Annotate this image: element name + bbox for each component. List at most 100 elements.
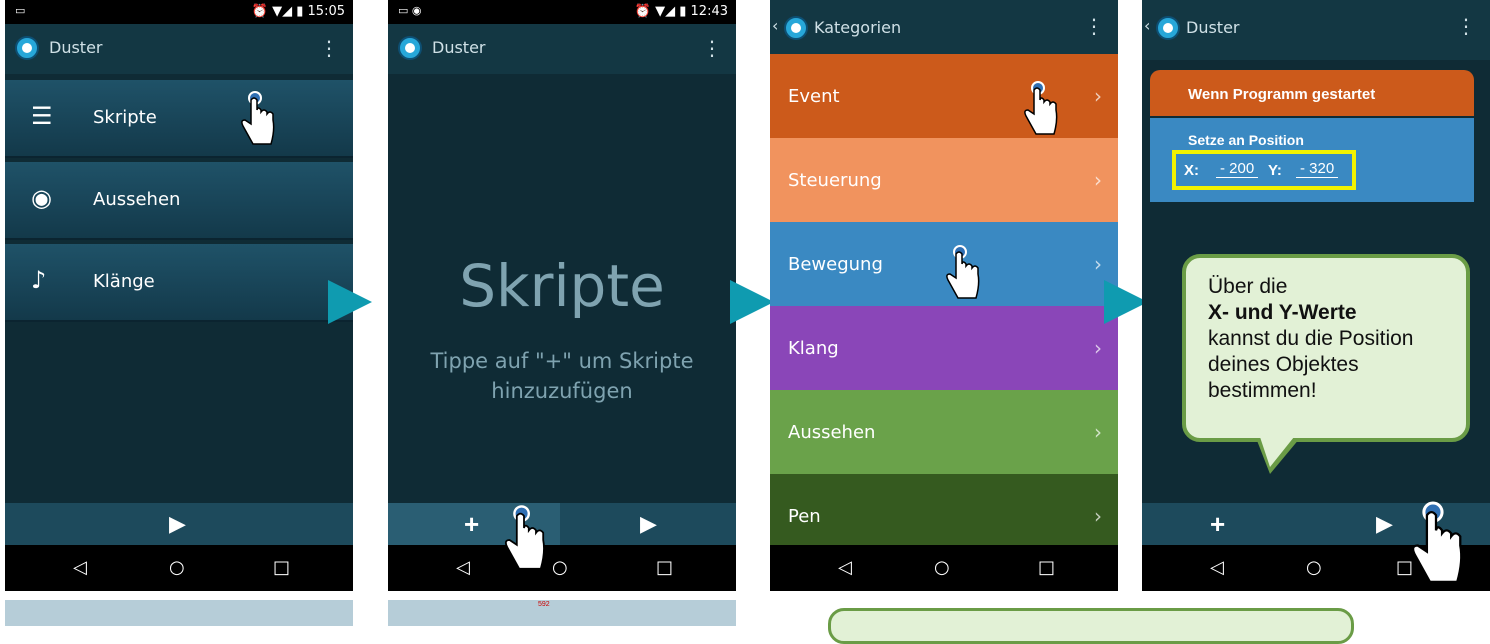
chevron-right-icon: ›: [1094, 336, 1102, 360]
notification-icon: ▭ ◉: [398, 4, 422, 17]
app-logo-icon: [15, 36, 39, 60]
menu-item-label: Skripte: [93, 107, 157, 128]
play-button[interactable]: ▶: [640, 511, 657, 537]
overflow-menu-icon[interactable]: ⋮: [702, 36, 722, 60]
app-logo-icon: [398, 36, 422, 60]
stage-thumbnail-2: 592: [388, 600, 736, 626]
overflow-menu-icon[interactable]: ⋮: [1456, 14, 1476, 38]
y-value-field[interactable]: - 320: [1296, 160, 1339, 178]
app-title: Kategorien: [814, 18, 902, 37]
overflow-menu-icon[interactable]: ⋮: [1084, 14, 1104, 38]
home-button[interactable]: ○: [552, 557, 568, 578]
status-icons: ⏰ ▼◢ ▮: [634, 4, 691, 19]
block-label: Setze an Position: [1188, 132, 1304, 148]
chevron-right-icon: ›: [1094, 420, 1102, 444]
back-button[interactable]: ◁: [1210, 557, 1224, 578]
category-item[interactable]: Event ›: [770, 54, 1118, 138]
menu-item-skripte[interactable]: ☰ Skripte: [5, 80, 353, 158]
tap-hand-icon: [1411, 501, 1463, 584]
empty-state-hint: Tippe auf "+" um Skripte hinzuzufügen: [430, 349, 694, 403]
navigation-bar: ◁ ○ □: [5, 545, 353, 591]
category-item[interactable]: Steuerung ›: [770, 138, 1118, 222]
status-bar: ▭ ⏰ ▼◢ ▮ 15:05: [5, 0, 353, 24]
recents-button[interactable]: □: [1038, 557, 1055, 578]
back-chevron-icon[interactable]: ‹: [772, 16, 778, 35]
block-label: Wenn Programm gestartet: [1188, 86, 1376, 103]
category-label: Aussehen: [788, 422, 876, 443]
app-bar: Duster ⋮: [5, 24, 353, 74]
chevron-right-icon: ›: [1094, 168, 1102, 192]
back-button[interactable]: ◁: [73, 557, 87, 578]
navigation-bar: ◁ ○ □: [770, 545, 1118, 591]
category-label: Event: [788, 86, 840, 107]
bottom-bar: ▶: [5, 503, 353, 545]
coordinate-label: 592: [538, 601, 550, 608]
recents-button[interactable]: □: [656, 557, 673, 578]
notification-icon: ▭: [15, 4, 26, 17]
add-button[interactable]: +: [1210, 509, 1225, 540]
x-value-field[interactable]: - 200: [1216, 160, 1259, 178]
bottom-bar: + ▶: [388, 503, 736, 545]
menu-item-label: Aussehen: [93, 189, 181, 210]
y-label: Y:: [1268, 162, 1282, 179]
navigation-bar: ◁ ○ □: [388, 545, 736, 591]
app-title: Duster: [432, 38, 486, 57]
status-time: 15:05: [307, 4, 345, 19]
empty-state-title: Skripte: [459, 252, 665, 320]
status-icons: ⏰ ▼◢ ▮: [251, 4, 308, 19]
back-chevron-icon[interactable]: ‹: [1144, 16, 1150, 35]
phone-screen-1: ▭ ⏰ ▼◢ ▮ 15:05 Duster ⋮ ☰ Skripte ◉ Auss…: [5, 0, 353, 591]
phone-screen-2: ▭ ◉ ⏰ ▼◢ ▮ 12:43 Duster ⋮ Skripte Tippe …: [388, 0, 736, 591]
highlight-box: X: - 200 Y: - 320: [1172, 150, 1356, 190]
category-label: Pen: [788, 506, 821, 527]
stage-thumbnail-1: [5, 600, 353, 626]
category-item[interactable]: Aussehen ›: [770, 390, 1118, 474]
category-item[interactable]: Klang ›: [770, 306, 1118, 390]
status-time: 12:43: [690, 4, 728, 19]
phone-screen-3: ‹ Kategorien ⋮ Event › Steuerung › Bewegung ›…: [770, 0, 1118, 591]
home-button[interactable]: ○: [934, 557, 950, 578]
x-label: X:: [1184, 162, 1199, 179]
play-button[interactable]: ▶: [1376, 511, 1393, 537]
app-title: Duster: [49, 38, 103, 57]
app-logo-icon: [1156, 16, 1180, 40]
app-bar: Duster ⋮: [388, 24, 736, 74]
app-bar: ‹ Duster ⋮: [1142, 0, 1490, 60]
script-list-icon: ☰: [31, 102, 53, 130]
chevron-right-icon: ›: [1094, 504, 1102, 528]
ear-sound-icon: ♪: [31, 266, 47, 294]
eye-icon: ◉: [31, 184, 52, 212]
play-button[interactable]: ▶: [169, 511, 186, 537]
info-callout: Über die X- und Y-Werte kannst du die Po…: [1182, 254, 1470, 474]
category-label: Steuerung: [788, 170, 882, 191]
callout-line1: Über die: [1208, 275, 1288, 298]
back-button[interactable]: ◁: [456, 557, 470, 578]
tap-hand-icon: [504, 505, 545, 570]
home-button[interactable]: ○: [1306, 557, 1322, 578]
info-callout-2: [828, 608, 1354, 644]
set-position-block[interactable]: Setze an Position X: - 200 Y: - 320: [1150, 118, 1474, 202]
category-label: Klang: [788, 338, 839, 359]
app-title: Duster: [1186, 18, 1240, 37]
menu-item-klaenge[interactable]: ♪ Klänge: [5, 244, 353, 322]
overflow-menu-icon[interactable]: ⋮: [319, 36, 339, 60]
status-bar: ▭ ◉ ⏰ ▼◢ ▮ 12:43: [388, 0, 736, 24]
app-bar: ‹ Kategorien ⋮: [770, 0, 1118, 60]
callout-bold-text: X- und Y-Werte: [1208, 301, 1357, 324]
tap-hand-icon: [241, 91, 275, 145]
recents-button[interactable]: □: [273, 557, 290, 578]
category-label: Bewegung: [788, 254, 883, 275]
back-button[interactable]: ◁: [838, 557, 852, 578]
when-program-started-block[interactable]: Wenn Programm gestartet: [1150, 70, 1474, 116]
menu-item-label: Klänge: [93, 271, 155, 292]
add-icon: +: [464, 509, 480, 539]
chevron-right-icon: ›: [1094, 252, 1102, 276]
callout-line3: kannst du die Position deines Objektes b…: [1208, 327, 1414, 402]
menu-item-aussehen[interactable]: ◉ Aussehen: [5, 162, 353, 240]
tap-hand-icon: [946, 245, 980, 299]
step-arrow-icon: [730, 280, 774, 324]
home-button[interactable]: ○: [169, 557, 185, 578]
chevron-right-icon: ›: [1094, 84, 1102, 108]
step-arrow-icon: [328, 280, 372, 324]
app-logo-icon: [784, 16, 808, 40]
